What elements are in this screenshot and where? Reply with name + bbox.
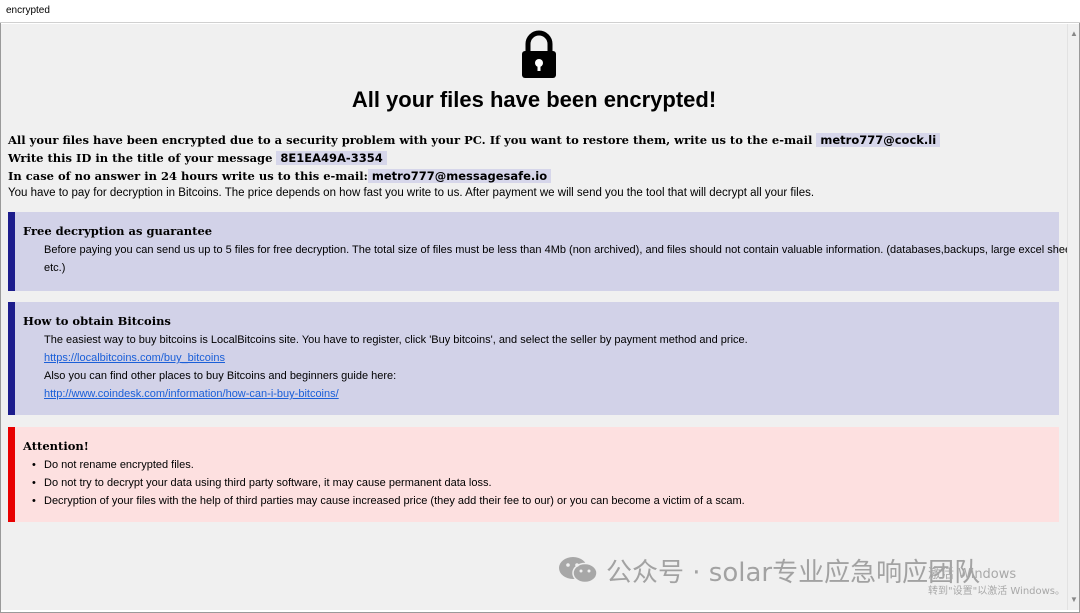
section-accent-bar	[8, 212, 15, 291]
contact-text: All your files have been encrypted due t…	[8, 133, 813, 147]
scroll-down-arrow-icon[interactable]: ▼	[1068, 594, 1080, 606]
obtain-bitcoins-section: How to obtain Bitcoins The easiest way t…	[8, 302, 1059, 415]
ransom-note-content: All your files have been encrypted! All …	[1, 24, 1067, 610]
lock-icon	[522, 30, 556, 78]
free-decryption-text: Before paying you can send us up to 5 fi…	[44, 244, 1067, 256]
attention-title: Attention!	[23, 439, 89, 453]
bullet-icon: •	[32, 477, 36, 489]
backup-contact-text: In case of no answer in 24 hours write u…	[8, 169, 368, 183]
section-accent-bar	[8, 427, 15, 522]
window-title: encrypted	[6, 5, 50, 16]
attention-item: Do not rename encrypted files.	[44, 459, 194, 471]
coindesk-link[interactable]: http://www.coindesk.com/information/how-…	[44, 388, 339, 400]
watermark-text: 公众号 · solar专业应急响应团队	[606, 557, 981, 588]
wechat-watermark: 公众号 · solar专业应急响应团队	[556, 552, 980, 588]
activate-windows-hint: 转到"设置"以激活 Windows。	[928, 586, 1066, 597]
payment-info: You have to pay for decryption in Bitcoi…	[8, 187, 815, 199]
bullet-icon: •	[32, 459, 36, 471]
attention-item: Decryption of your files with the help o…	[44, 495, 745, 507]
guide-text: Also you can find other places to buy Bi…	[44, 370, 397, 382]
wechat-icon	[559, 557, 598, 584]
backup-contact-line: In case of no answer in 24 hours write u…	[8, 169, 552, 183]
section-accent-bar	[8, 302, 15, 415]
scroll-up-arrow-icon[interactable]: ▲	[1068, 28, 1080, 40]
id-text: Write this ID in the title of your messa…	[8, 151, 273, 165]
attention-item: Do not try to decrypt your data using th…	[44, 477, 492, 489]
bullet-icon: •	[32, 495, 36, 507]
contact-email[interactable]: metro777@cock.li	[816, 133, 941, 147]
page-title: All your files have been encrypted!	[351, 87, 717, 112]
obtain-bitcoins-title: How to obtain Bitcoins	[23, 314, 171, 328]
id-line: Write this ID in the title of your messa…	[8, 151, 387, 165]
free-decryption-section: Free decryption as guarantee Before payi…	[8, 212, 1067, 291]
activate-windows-title: 激活 Windows	[928, 567, 1017, 582]
attention-section: Attention! • Do not rename encrypted fil…	[8, 427, 1059, 522]
contact-line: All your files have been encrypted due t…	[8, 133, 941, 147]
vertical-scrollbar[interactable]: ▲ ▼	[1067, 24, 1079, 610]
victim-id[interactable]: 8E1EA49A-3354	[276, 151, 387, 165]
backup-email[interactable]: metro777@messagesafe.io	[367, 169, 552, 183]
localbitcoins-link[interactable]: https://localbitcoins.com/buy_bitcoins	[44, 352, 225, 364]
free-decryption-title: Free decryption as guarantee	[23, 224, 213, 238]
free-decryption-text-cont: etc.)	[44, 262, 66, 274]
window-titlebar: encrypted	[0, 0, 1080, 23]
obtain-bitcoins-text: The easiest way to buy bitcoins is Local…	[44, 334, 748, 346]
